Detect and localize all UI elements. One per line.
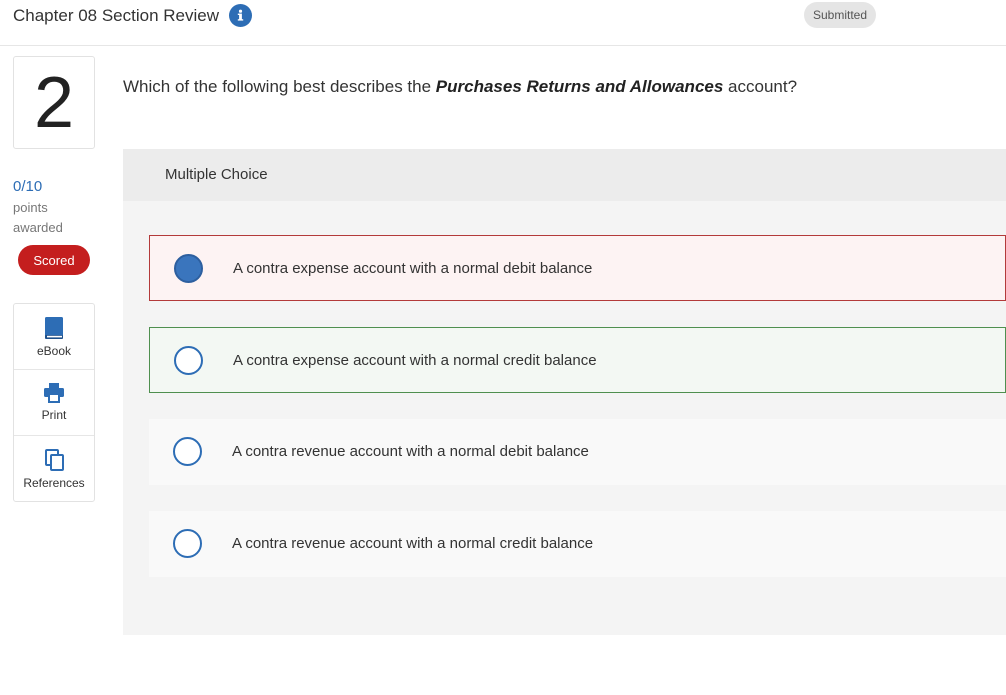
choice-text: A contra expense account with a normal d… bbox=[233, 260, 593, 277]
answer-choice[interactable]: A contra revenue account with a normal c… bbox=[149, 511, 1006, 577]
radio-button[interactable] bbox=[173, 529, 202, 558]
choice-text: A contra revenue account with a normal c… bbox=[232, 535, 594, 552]
tools-panel: eBook Print References bbox=[13, 303, 95, 502]
printer-icon bbox=[44, 383, 64, 403]
radio-button[interactable] bbox=[174, 346, 203, 375]
answer-panel-header: Multiple Choice bbox=[123, 149, 1006, 201]
radio-button[interactable] bbox=[173, 437, 202, 466]
answer-choice[interactable]: A contra revenue account with a normal d… bbox=[149, 419, 1006, 485]
question-number: 2 bbox=[13, 56, 95, 149]
choice-text: A contra expense account with a normal c… bbox=[233, 352, 597, 369]
question-text-start: Which of the following best describes th… bbox=[123, 77, 436, 96]
question-text: Which of the following best describes th… bbox=[123, 76, 797, 98]
references-label: References bbox=[23, 476, 85, 490]
radio-selected[interactable] bbox=[174, 254, 203, 283]
copy-icon bbox=[45, 449, 64, 471]
answer-choice-correct[interactable]: A contra expense account with a normal c… bbox=[149, 327, 1006, 393]
ebook-label: eBook bbox=[36, 344, 72, 358]
book-icon bbox=[45, 317, 63, 339]
score-label: points awarded bbox=[13, 200, 63, 235]
ebook-button[interactable]: eBook bbox=[14, 304, 94, 370]
question-type-label: Multiple Choice bbox=[165, 166, 268, 183]
references-button[interactable]: References bbox=[14, 436, 94, 502]
info-icon[interactable] bbox=[229, 4, 252, 27]
submitted-badge: Submitted bbox=[804, 2, 877, 28]
top-bar: Chapter 08 Section Review Submitted bbox=[0, 0, 1006, 46]
answer-choice-incorrect[interactable]: A contra expense account with a normal d… bbox=[149, 235, 1006, 301]
question-account-name: Purchases Returns and Allowances bbox=[435, 77, 724, 96]
score-value: 0/10 bbox=[13, 178, 43, 195]
choice-text: A contra revenue account with a normal d… bbox=[232, 443, 589, 460]
print-button[interactable]: Print bbox=[14, 370, 94, 436]
assignment-title: Chapter 08 Section Review bbox=[13, 6, 220, 25]
print-label: Print bbox=[41, 408, 67, 422]
question-text-end: account? bbox=[723, 77, 798, 96]
scored-badge: Scored bbox=[18, 245, 90, 275]
